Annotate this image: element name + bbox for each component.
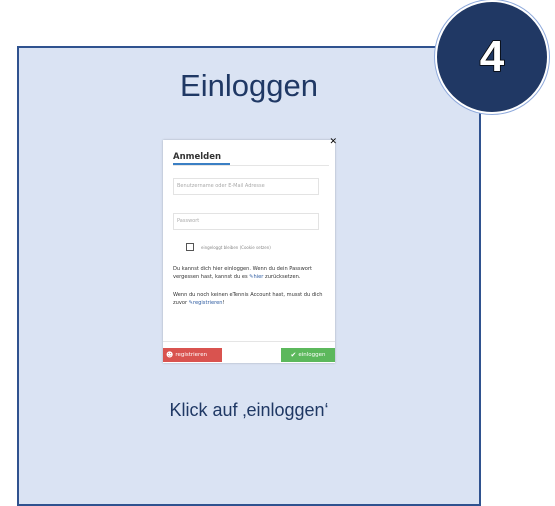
register-text-end: ! — [222, 299, 225, 306]
register-hint-text: Wenn du noch keinen eTennis Account hast… — [173, 292, 331, 307]
heading-divider — [173, 165, 329, 166]
reset-link-label: hier — [253, 273, 264, 280]
step-number-badge: 4 — [435, 0, 549, 114]
footer-divider — [163, 341, 335, 342]
checkmark-icon: ✔ — [290, 351, 297, 359]
password-input[interactable]: Passwort — [173, 213, 319, 230]
remember-me-checkbox[interactable] — [186, 243, 194, 251]
user-circle-icon: ☻ — [166, 351, 174, 359]
username-input[interactable]: Benutzername oder E-Mail Adresse — [173, 178, 319, 195]
username-placeholder: Benutzername oder E-Mail Adresse — [177, 183, 265, 189]
register-button[interactable]: ☻ registrieren — [163, 348, 222, 362]
password-reset-text: Du kannst dich hier einloggen. Wenn du d… — [173, 266, 331, 281]
login-button[interactable]: ✔ einloggen — [281, 348, 335, 362]
register-button-label: registrieren — [175, 352, 208, 358]
login-button-label: einloggen — [298, 352, 326, 358]
register-link[interactable]: ✎registrieren — [189, 300, 223, 306]
card-title: Einloggen — [180, 68, 318, 103]
reset-link[interactable]: ✎hier — [249, 274, 263, 280]
instruction-text: Klick auf ‚einloggen‘ — [169, 400, 329, 420]
reset-text-end: zurücksetzen. — [263, 273, 301, 280]
register-link-label: registrieren — [193, 299, 223, 306]
remember-me-label: eingeloggt bleiben (Cookie setzen) — [201, 244, 271, 250]
close-icon[interactable]: ✕ — [329, 138, 337, 147]
login-dialog: ✕ Anmelden Benutzername oder E-Mail Adre… — [163, 138, 337, 363]
remember-me-row: eingeloggt bleiben (Cookie setzen) — [186, 243, 271, 251]
password-placeholder: Passwort — [177, 218, 200, 224]
dialog-heading: Anmelden — [173, 152, 222, 162]
